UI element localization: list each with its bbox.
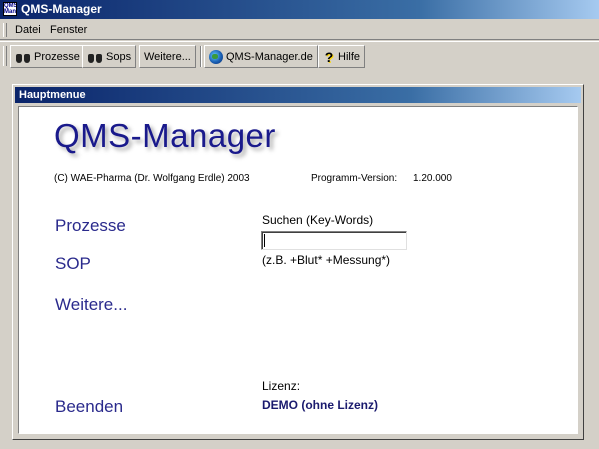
toolbar-website-label: QMS-Manager.de: [226, 50, 313, 63]
hauptmenue-window: Hauptmenue QMS-Manager (C) WAE-Pharma (D…: [12, 84, 584, 440]
app-logo: QMS-Manager: [54, 117, 276, 154]
license-label: Lizenz:: [262, 379, 301, 393]
copyright-text: (C) WAE-Pharma (Dr. Wolfgang Erdle) 2003: [54, 173, 250, 184]
toolbar-website-button[interactable]: QMS-Manager.de: [204, 45, 318, 68]
toolbar-separator: [200, 46, 202, 67]
child-title: Hauptmenue: [19, 89, 86, 101]
menu-datei[interactable]: Datei: [15, 24, 41, 36]
nav-weitere-link[interactable]: Weitere...: [55, 295, 127, 315]
toolbar-weitere-button[interactable]: Weitere...: [139, 45, 196, 68]
toolbar: Prozesse Sops Weitere... QMS-Manager.de …: [0, 41, 599, 70]
toolbar-hilfe-label: Hilfe: [338, 50, 361, 63]
globe-icon: [209, 49, 223, 64]
menu-grip: [3, 23, 7, 37]
child-titlebar[interactable]: Hauptmenue: [15, 87, 581, 103]
app-icon: QMS Man: [3, 2, 17, 16]
main-panel: QMS-Manager (C) WAE-Pharma (Dr. Wolfgang…: [18, 106, 578, 434]
search-hint: (z.B. +Blut* +Messung*): [262, 253, 391, 267]
toolbar-prozesse-label: Prozesse: [34, 50, 80, 63]
version-label: Programm-Version:: [311, 173, 398, 184]
search-label: Suchen (Key-Words): [262, 213, 374, 227]
nav-sop-link[interactable]: SOP: [55, 254, 91, 274]
text-caret: [264, 234, 265, 247]
binoculars-icon: [15, 49, 31, 65]
binoculars-icon: [87, 49, 103, 65]
help-icon: ?: [324, 48, 334, 65]
menu-bar: Datei Fenster: [0, 20, 599, 40]
window-title: QMS-Manager: [21, 2, 102, 16]
menu-fenster[interactable]: Fenster: [50, 24, 87, 36]
window-titlebar[interactable]: QMS Man QMS-Manager: [0, 0, 599, 19]
toolbar-sops-label: Sops: [106, 50, 132, 63]
nav-beenden-link[interactable]: Beenden: [55, 397, 123, 417]
toolbar-grip: [3, 46, 7, 66]
toolbar-sops-button[interactable]: Sops: [82, 45, 137, 68]
toolbar-weitere-label: Weitere...: [144, 50, 191, 63]
toolbar-hilfe-button[interactable]: ? Hilfe: [318, 45, 366, 68]
nav-prozesse-link[interactable]: Prozesse: [55, 216, 126, 236]
toolbar-prozesse-button[interactable]: Prozesse: [10, 45, 85, 68]
license-value: DEMO (ohne Lizenz): [262, 398, 378, 412]
version-value: 1.20.000: [413, 173, 452, 184]
search-input[interactable]: [261, 231, 407, 250]
